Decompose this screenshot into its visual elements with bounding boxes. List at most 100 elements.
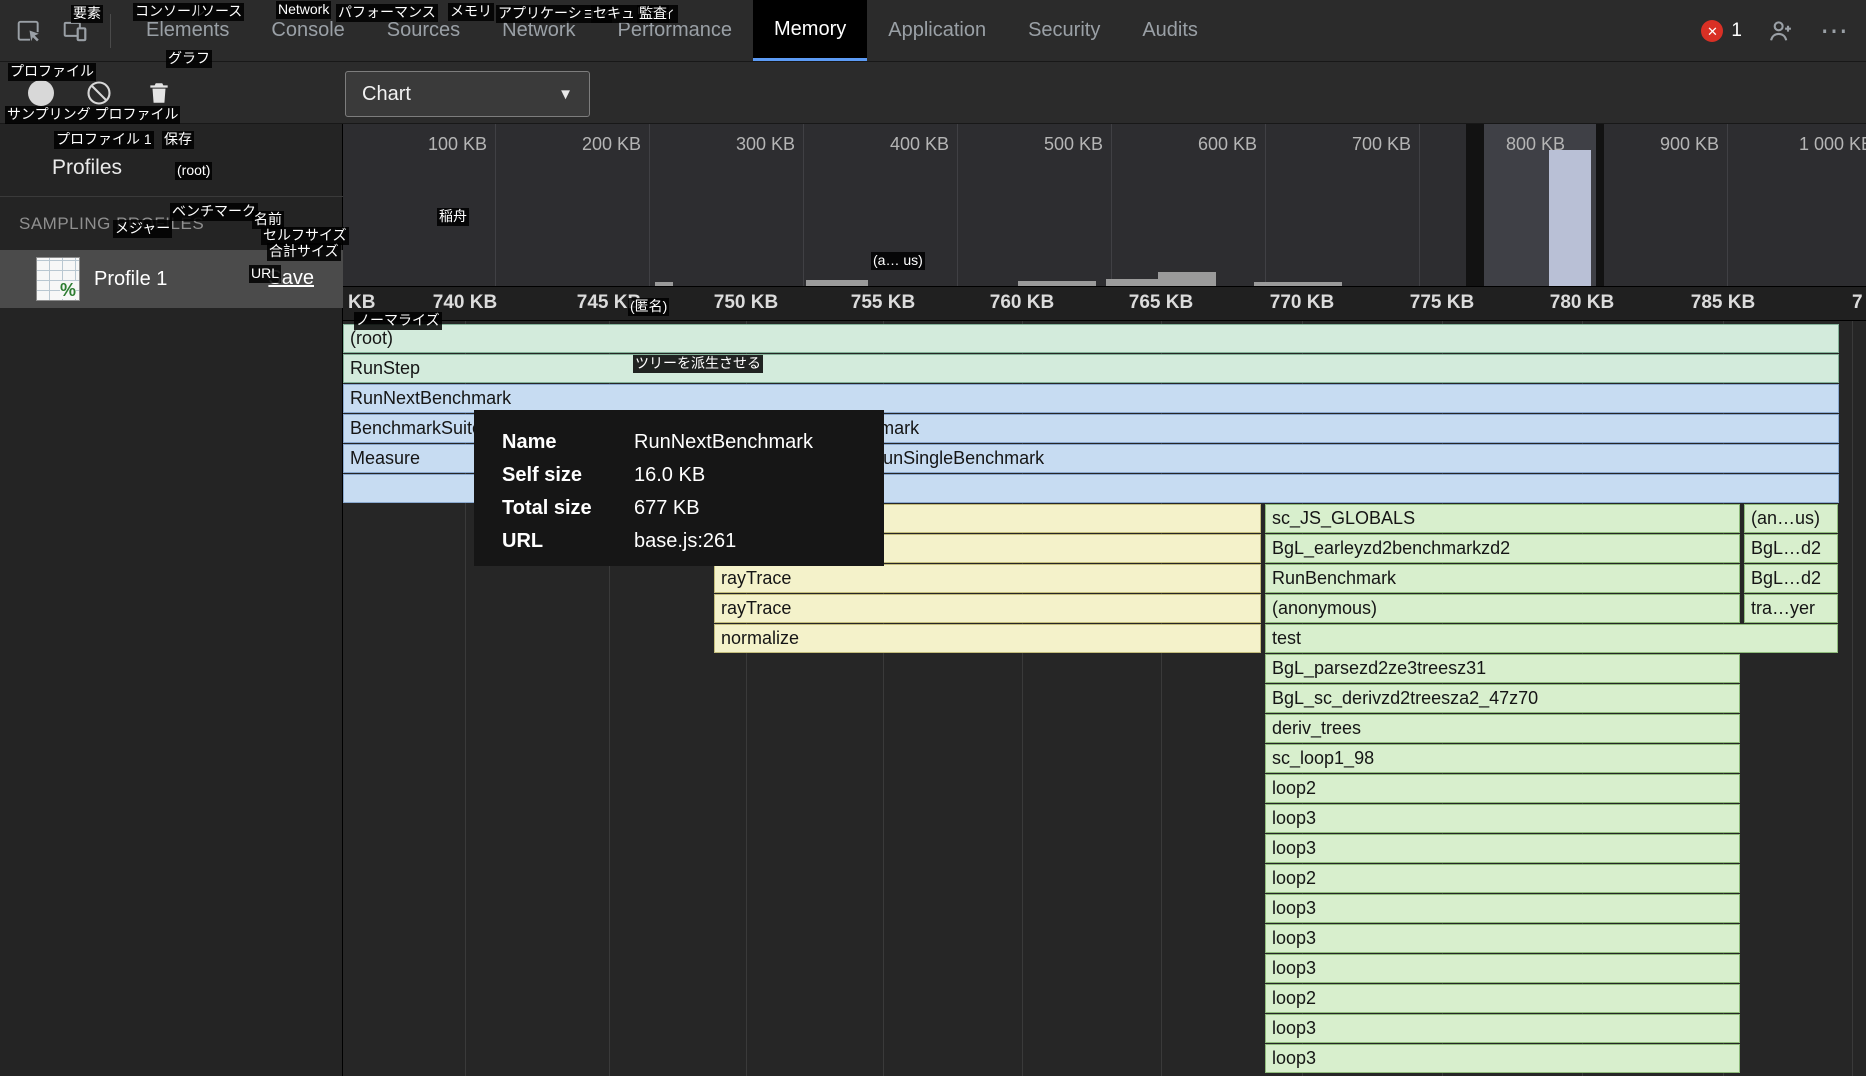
overview-gridline — [1419, 124, 1420, 286]
selection-left-handle[interactable] — [1466, 124, 1484, 286]
sidebar-divider — [0, 196, 343, 197]
flame-frame[interactable]: loop3 — [1265, 804, 1740, 833]
flame-frame[interactable]: rayTrace — [714, 594, 1261, 623]
translation-annotation: 要素 — [71, 5, 103, 23]
translation-annotation: ツリーを派生させる — [633, 355, 763, 373]
flame-frame[interactable]: BgL…d2 — [1744, 564, 1838, 593]
flame-frame[interactable]: RunNextBenchmark — [751, 414, 1839, 443]
overview-tick-label: 500 KB — [1013, 134, 1103, 155]
tooltip-label: URL — [502, 530, 634, 553]
panel-title: Profiles — [52, 156, 122, 180]
translation-annotation: プロファイル — [8, 63, 96, 81]
translation-annotation: 合計サイズ — [267, 243, 341, 261]
tooltip-row: Self size16.0 KB — [502, 459, 884, 492]
flame-frame[interactable]: BgL_earleyzd2benchmarkzd2 — [1265, 534, 1740, 563]
flame-frame[interactable]: (anonymous) — [1265, 594, 1740, 623]
error-count: 1 — [1731, 20, 1742, 42]
flame-frame[interactable]: loop3 — [1265, 834, 1740, 863]
translation-annotation: (匿名) — [628, 298, 669, 316]
translation-annotation: メモリ — [448, 3, 494, 21]
tab-security[interactable]: Security — [1007, 0, 1121, 61]
tooltip-value: 16.0 KB — [634, 464, 705, 487]
flame-frame[interactable]: loop3 — [1265, 1014, 1740, 1043]
clear-icon[interactable] — [84, 78, 114, 108]
view-mode-select[interactable]: Chart ▼ — [345, 71, 590, 117]
profile-name: Profile 1 — [94, 268, 167, 291]
flame-frame[interactable]: sc_loop1_98 — [1265, 744, 1740, 773]
ruler-tick-label: 775 KB — [1397, 292, 1487, 314]
flame-frame[interactable]: BgL_sc_derivzd2treesza2_47z70 — [1265, 684, 1740, 713]
translation-annotation: 名前 — [252, 211, 284, 229]
devtools-window: ElementsConsoleSourcesNetworkPerformance… — [0, 0, 1866, 1076]
inspect-icon[interactable] — [14, 16, 44, 46]
tooltip-value: 677 KB — [634, 497, 700, 520]
translation-annotation: 監査 — [637, 5, 669, 23]
tooltip-row: URLbase.js:261 — [502, 525, 884, 558]
flame-frame[interactable]: loop3 — [1265, 1044, 1740, 1073]
flame-frame[interactable]: BgL_parsezd2ze3treesz31 — [1265, 654, 1740, 683]
tooltip-label: Total size — [502, 497, 634, 520]
flame-frame[interactable]: sc_JS_GLOBALS — [1265, 504, 1740, 533]
flame-frame[interactable]: loop3 — [1265, 894, 1740, 923]
ruler-tick-label: 7 — [1852, 292, 1863, 314]
flame-frame[interactable]: RunNextBenchmark — [343, 384, 1839, 413]
flame-frame[interactable]: BenchmarkSuite.RunSingleBenchmark — [726, 444, 1839, 473]
flame-frame[interactable]: RunBenchmark — [1265, 564, 1740, 593]
flame-frame[interactable]: normalize — [714, 624, 1261, 653]
overview-histogram-bar — [1106, 279, 1158, 286]
view-mode-value: Chart — [362, 83, 411, 106]
toolbar-divider — [110, 14, 111, 48]
tab-application[interactable]: Application — [867, 0, 1007, 61]
tab-memory[interactable]: Memory — [753, 0, 867, 61]
record-profile-button[interactable] — [28, 80, 54, 106]
flame-frame[interactable]: loop2 — [1265, 864, 1740, 893]
translation-annotation: URL — [249, 265, 281, 283]
ruler-tick-label: 740 KB — [420, 292, 510, 314]
translation-annotation: コンソール — [133, 3, 207, 21]
flame-frame[interactable]: deriv_trees — [1265, 714, 1740, 743]
flame-frame[interactable]: rayTrace — [714, 564, 1261, 593]
overview-gridline — [1265, 124, 1266, 286]
overview-tick-label: 100 KB — [397, 134, 487, 155]
flame-frame[interactable]: RunStep — [343, 354, 1839, 383]
translation-annotation: 保存 — [162, 131, 194, 149]
flame-frame[interactable]: loop3 — [1265, 924, 1740, 953]
tooltip-label: Self size — [502, 464, 634, 487]
user-icon[interactable] — [1766, 16, 1796, 46]
ruler-tick-label: 785 KB — [1678, 292, 1768, 314]
flame-gridline — [1852, 321, 1853, 1076]
flame-frame[interactable]: BgL…d2 — [1744, 534, 1838, 563]
flame-frame[interactable]: loop2 — [1265, 774, 1740, 803]
translation-annotation: パフォーマンス — [336, 4, 438, 22]
translation-annotation: プロファイル 1 — [54, 131, 154, 149]
translation-annotation: セルフサイズ — [261, 227, 349, 245]
overflow-menu-icon[interactable]: ⋯ — [1820, 17, 1848, 45]
flame-frame[interactable]: (an…us) — [1744, 504, 1838, 533]
detail-ruler: KB740 KB745 KB750 KB755 KB760 KB765 KB77… — [343, 286, 1866, 321]
translation-annotation: ベンチマーク — [170, 203, 258, 221]
flame-frame[interactable]: test — [1265, 624, 1838, 653]
translation-annotation: グラフ — [166, 50, 212, 68]
frame-tooltip: NameRunNextBenchmarkSelf size16.0 KBTota… — [474, 410, 884, 566]
flame-frame[interactable]: tra…yer — [1744, 594, 1838, 623]
overview-gridline — [649, 124, 650, 286]
flame-frame[interactable]: loop3 — [1265, 954, 1740, 983]
overview-tick-label: 1 000 KB — [1783, 134, 1866, 155]
overview-tick-label: 700 KB — [1321, 134, 1411, 155]
flame-frame[interactable]: (root) — [343, 324, 1839, 353]
trash-icon[interactable] — [144, 78, 174, 108]
overview-histogram-bar — [1158, 272, 1216, 286]
translation-annotation: メジャー — [113, 220, 172, 238]
profiles-sidebar: Profiles SAMPLING PROFILES % Profile 1 S… — [0, 124, 343, 1076]
memory-overview-timeline[interactable]: 100 KB200 KB300 KB400 KB500 KB600 KB700 … — [343, 124, 1866, 286]
profiler-toolbar: Chart ▼ — [0, 62, 1866, 124]
overview-gridline — [803, 124, 804, 286]
selection-right-handle[interactable] — [1596, 124, 1604, 286]
tab-audits[interactable]: Audits — [1121, 0, 1219, 61]
flame-frame[interactable]: loop2 — [1265, 984, 1740, 1013]
profile-icon: % — [36, 257, 80, 301]
error-badge[interactable]: ✕ 1 — [1701, 20, 1742, 42]
ruler-tick-label: KB — [348, 292, 375, 314]
translation-annotation: ソース — [199, 3, 244, 21]
translation-annotation: 稲舟 — [437, 208, 469, 226]
